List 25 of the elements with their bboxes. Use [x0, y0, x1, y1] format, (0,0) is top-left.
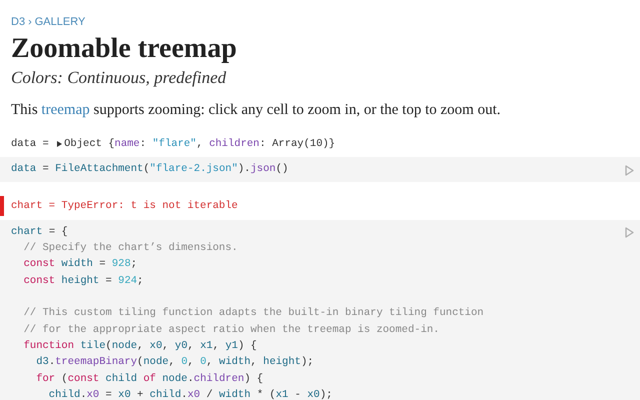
- code-line: child.x0 = x0 + child.x0 / width * (x1 - x0);: [48, 388, 332, 400]
- code-line: for (const child of node.children) {: [35, 372, 264, 387]
- subtitle: Colors: Continuous, predefined: [10, 67, 228, 89]
- code-line: chart = {: [11, 224, 68, 240]
- breadcrumb-separator: ›: [28, 15, 32, 30]
- error-marker: [0, 196, 4, 216]
- breadcrumb-link[interactable]: GALLERY: [34, 14, 86, 31]
- breadcrumb-link[interactable]: D3: [11, 14, 26, 31]
- code-line: function tile(node, x0, y0, x1, y1) {: [22, 338, 257, 354]
- code-line: // Specify the chart’s dimensions.: [22, 241, 238, 256]
- page-title: Zoomable treemap: [10, 32, 238, 66]
- code-line: const width = 928;: [22, 257, 138, 272]
- code-line: // This custom tiling function adapts the built-in binary tiling function: [22, 306, 484, 322]
- code-line: d3.treemapBinary(node, 0, 0, width, height);: [35, 355, 314, 370]
- intro-text: This treemap supports zooming: click any cell to zoom in, or the top to zoom out.: [10, 101, 502, 120]
- error-message: chart = TypeError: t is not iterable: [11, 198, 238, 214]
- code-text: Object {name: "flare", children: Array(10)}: [64, 137, 336, 152]
- code-line: data = FileAttachment("flare-2.json").json(): [11, 162, 288, 178]
- code-line: // for the appropriate aspect ratio when the treemap is zoomed-in.: [22, 322, 440, 338]
- code-text: data =: [11, 137, 50, 152]
- caret-icon[interactable]: [57, 141, 62, 148]
- play-icon: [624, 227, 634, 238]
- play-icon: [624, 164, 634, 176]
- treemap-link[interactable]: treemap: [41, 102, 90, 118]
- code-line: const height = 924;: [22, 274, 144, 289]
